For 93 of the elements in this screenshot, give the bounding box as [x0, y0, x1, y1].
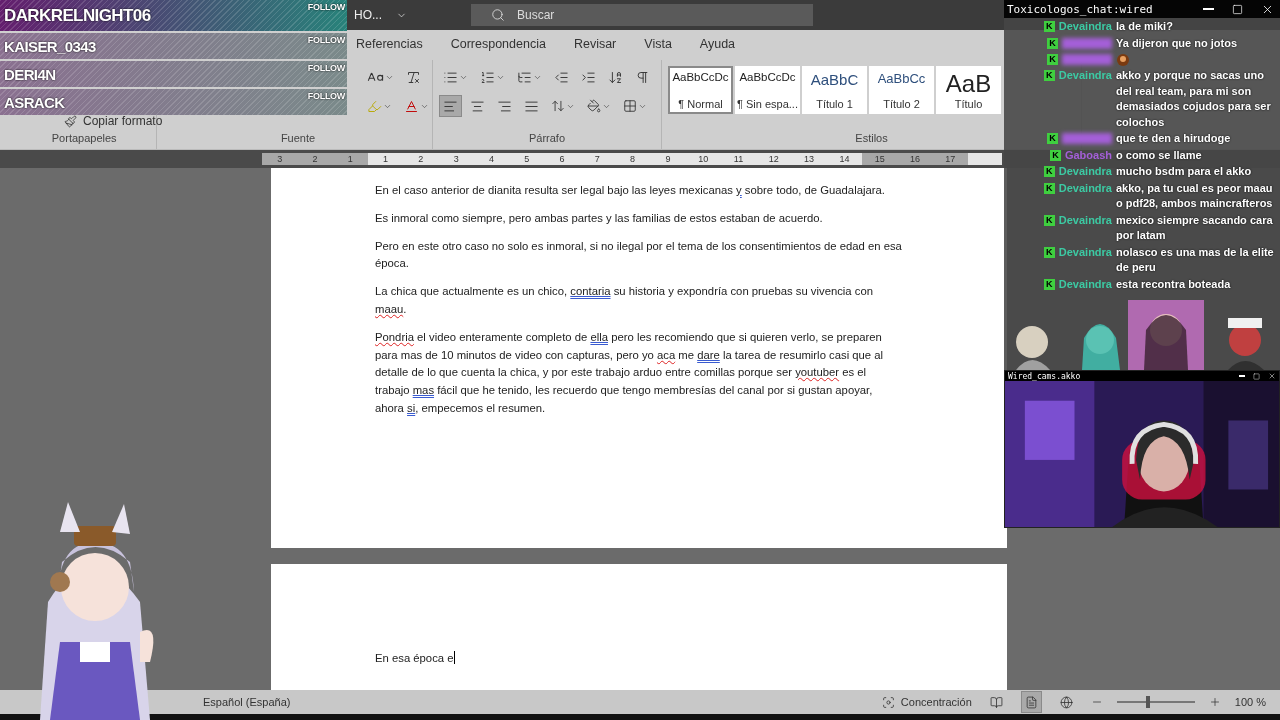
align-left-button[interactable] — [439, 95, 462, 117]
document-paragraph: La chica que actualmente es un chico, contaria su historia y expondría con pruebas su vivencia con maau. — [375, 284, 874, 317]
chat-badge: K — [1043, 70, 1055, 81]
chat-badge: K — [1043, 182, 1055, 194]
chat-badge: K — [1043, 278, 1055, 290]
window-title: Wired_cams.akko — [1008, 371, 1082, 381]
style-item[interactable]: AaB Título — [936, 66, 1001, 114]
maximize-icon — [1253, 372, 1260, 380]
follow-label: FOLLOW — [307, 63, 345, 73]
follower-name: DARKRELNIGHT06 — [4, 5, 151, 26]
close-icon — [1268, 372, 1276, 380]
chat-username: Gaboash — [1064, 147, 1112, 163]
chat-message: que te den a hirudoge — [1116, 131, 1232, 146]
style-item[interactable]: AaBbCcDc ¶ Normal — [668, 66, 733, 114]
maximize-icon — [1232, 3, 1243, 15]
group-title: Estilos — [855, 132, 888, 144]
tree-list-icon — [517, 69, 532, 85]
follow-label: FOLLOW — [307, 91, 345, 101]
chat-message: mucho bsdm para el akko — [1116, 164, 1253, 179]
chat-message: Ya dijeron que no jotos — [1116, 35, 1238, 51]
ribbon-tab[interactable]: Revisar — [573, 34, 617, 56]
style-item[interactable]: AaBbC Título 1 — [802, 66, 867, 114]
chat-username: Devaindra — [1058, 180, 1112, 196]
document-paragraph: En esa época e — [375, 650, 456, 666]
follow-label: FOLLOW — [307, 35, 345, 45]
sort-icon — [608, 69, 623, 85]
pilcrow-icon — [635, 69, 650, 85]
chat-username: Devaindra — [1058, 164, 1112, 179]
chat-username: Devaindra — [1058, 68, 1112, 83]
document-paragraph: En el caso anterior de dianita resulta ser legal bajo las leyes mexicanas y sobre todo, de Guadalajara. — [375, 183, 886, 198]
focus-mode-button[interactable]: Concentración — [881, 694, 972, 710]
chat-badge: K — [1049, 149, 1061, 161]
paintbrush-icon — [64, 114, 77, 128]
follow-label: FOLLOW — [307, 2, 345, 12]
zoom-thumb[interactable] — [1146, 696, 1150, 708]
chat-username: Devaindra — [1058, 244, 1112, 260]
chat-username: Devaindra — [1058, 276, 1112, 292]
search-icon — [491, 8, 505, 22]
chat-badge: K — [1047, 54, 1058, 65]
alignment-icon — [443, 98, 458, 114]
highlighter-icon — [367, 98, 382, 114]
follower-name: ASRACK — [4, 93, 65, 111]
chat-badge: K — [1047, 37, 1058, 49]
chat-badge: K — [1043, 246, 1055, 258]
print-layout-button[interactable] — [1020, 691, 1042, 713]
indent-icon — [581, 69, 596, 85]
chat-message: o como se llame — [1116, 147, 1203, 163]
document-paragraph: Es inmoral como siempre, pero ambas partes y las familias de estos estaban de acuerdo. — [375, 210, 824, 226]
style-item[interactable]: AaBbCc Título 2 — [869, 66, 934, 114]
language-status[interactable]: Español (España) — [203, 696, 291, 708]
chat-username: Devaindra — [1058, 19, 1112, 34]
chat-message: la de miki? — [1116, 19, 1174, 34]
emote-icon — [1116, 53, 1130, 67]
outdent-icon — [554, 69, 569, 85]
chat-badge: K — [1043, 166, 1055, 177]
follower-name: DERI4N — [4, 65, 56, 83]
clear-format-icon — [406, 69, 421, 85]
ribbon-tab[interactable]: Referencias — [356, 34, 423, 56]
account-menu[interactable]: HO... — [350, 4, 411, 26]
chat-badge: K — [1043, 214, 1055, 226]
group-title: Fuente — [280, 132, 316, 144]
ruler: 3 2 1 1 2 3 4 5 6 7 8 9 10 11 12 13 14 15 16 17 — [262, 153, 1002, 165]
numbered-list-icon — [480, 69, 495, 85]
group-title: Párrafo — [528, 132, 566, 144]
book-icon — [989, 695, 1003, 709]
ribbon-tab[interactable]: Correspondencia — [450, 34, 546, 56]
style-item[interactable]: AaBbCcDc ¶ Sin espa... — [735, 66, 800, 114]
focus-icon — [881, 695, 895, 709]
bullet-list-icon — [443, 69, 458, 85]
zoom-percent[interactable]: 100 % — [1234, 696, 1266, 708]
line-spacing-icon — [551, 99, 565, 113]
window-title: Toxicologos_chat:wired — [1007, 2, 1154, 16]
document-paragraph: Pondria el video enteramente completo de ella pero les recomiendo que si quieren verlo, se preparen para mas de 10 minutos de video con capturas, pero yo aca me dare la tarea de resumirlo casi que al detalle de lo que cuenta la chica, y por este trabajo arduo entre comillas porque ser youtuber es el trabajo mas fácil que he tenido, les recuerdo que tengo membresías del canal por si gustan apoyar, ahora si, empecemos el resumen. — [375, 329, 885, 416]
ribbon-tab[interactable]: Vista — [644, 34, 672, 56]
paint-bucket-icon — [587, 99, 601, 113]
globe-icon — [1059, 695, 1073, 709]
group-title: Portapapeles — [51, 132, 117, 144]
chat-badge: K — [1043, 21, 1055, 32]
alignment-icon — [497, 98, 512, 114]
grid-icon — [623, 99, 637, 113]
font-color-icon — [404, 98, 419, 114]
chat-message: esta recontra boteada — [1116, 276, 1232, 292]
document-paragraph: Pero en este otro caso no solo es inmoral, si no ilegal por el tema de los consentimientos de edad en esa época. — [375, 238, 903, 272]
clipboard-command[interactable]: Copiar formato — [64, 113, 163, 129]
alignment-icon — [524, 98, 539, 114]
search-field[interactable]: Buscar — [471, 4, 813, 26]
zoom-in-icon — [1208, 696, 1221, 708]
follower-name: KAISER_0343 — [4, 37, 96, 55]
page-icon — [1024, 695, 1038, 709]
chat-username: Devaindra — [1058, 212, 1112, 228]
ribbon-tab[interactable]: Ayuda — [699, 34, 736, 56]
chat-badge: K — [1047, 133, 1058, 144]
alignment-icon — [470, 98, 485, 114]
